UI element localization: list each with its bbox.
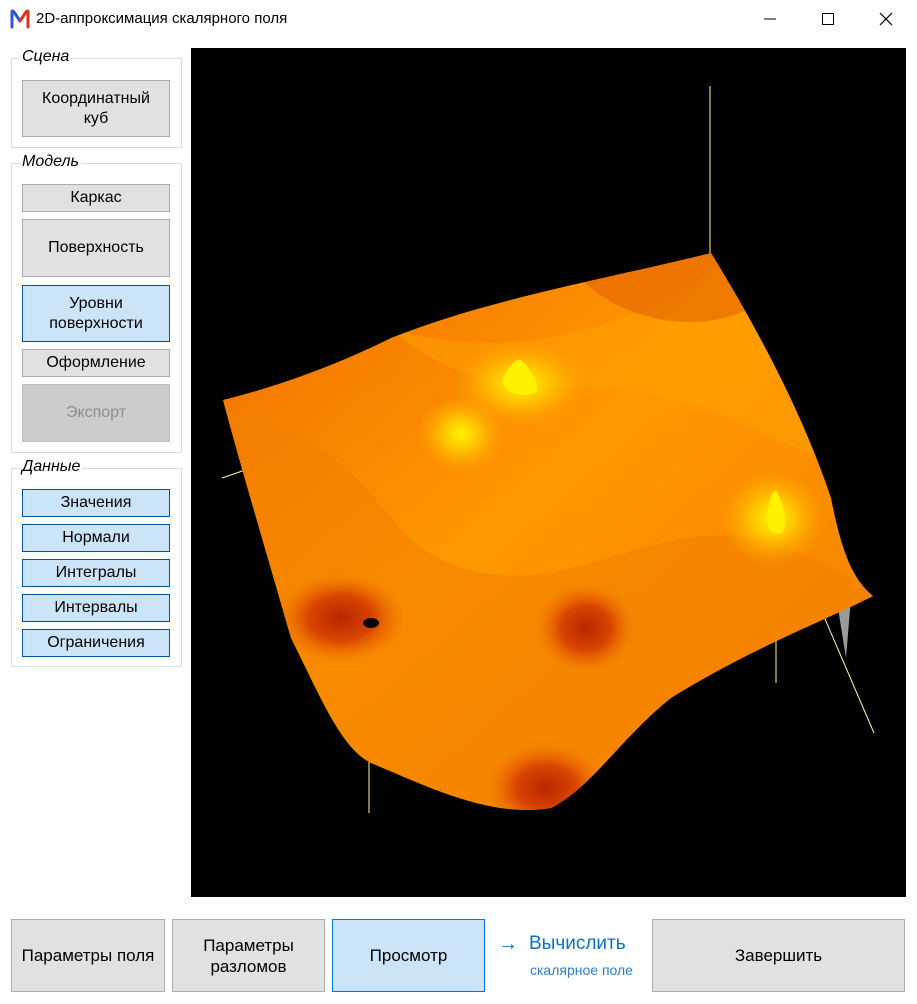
model-group-label: Модель [20, 153, 81, 171]
surface-levels-button[interactable]: Уровни поверхности [22, 285, 170, 342]
intervals-button[interactable]: Интервалы [22, 594, 170, 622]
scene-group: Сцена Координатный куб [11, 48, 182, 148]
styling-button[interactable]: Оформление [22, 349, 170, 377]
surface-button[interactable]: Поверхность [22, 219, 170, 277]
close-icon [879, 12, 893, 26]
finish-button[interactable]: Завершить [652, 919, 905, 992]
minimize-icon [764, 18, 776, 20]
maximize-button[interactable] [799, 0, 857, 38]
wireframe-button[interactable]: Каркас [22, 184, 170, 212]
compute-main-label: Вычислить [529, 933, 626, 954]
title-bar: 2D-аппроксимация скалярного поля [0, 0, 917, 38]
model-group: Модель Каркас Поверхность Уровни поверхн… [11, 153, 182, 453]
minimize-button[interactable] [741, 0, 799, 38]
integrals-button[interactable]: Интегралы [22, 559, 170, 587]
surface-render [221, 86, 875, 813]
field-params-button[interactable]: Параметры поля [11, 919, 165, 992]
fault-params-button[interactable]: Параметры разломов [172, 919, 325, 992]
surface-mesh [223, 253, 873, 810]
scene-group-label: Сцена [20, 48, 72, 66]
constraints-button[interactable]: Ограничения [22, 629, 170, 657]
maximize-icon [822, 13, 834, 25]
app-logo-icon [10, 9, 30, 29]
arrow-right-icon: → [498, 933, 518, 955]
data-group-label: Данные [20, 458, 83, 476]
values-button[interactable]: Значения [22, 489, 170, 517]
compute-sub-label: скалярное поле [530, 962, 633, 978]
window-title: 2D-аппроксимация скалярного поля [36, 10, 288, 27]
data-group: Данные Значения Нормали Интегралы Интерв… [11, 458, 182, 667]
normals-button[interactable]: Нормали [22, 524, 170, 552]
preview-button[interactable]: Просмотр [332, 919, 485, 992]
compute-link[interactable]: → Вычислить скалярное поле [498, 931, 648, 1001]
3d-viewport[interactable] [191, 48, 906, 897]
close-button[interactable] [857, 0, 915, 38]
coordinate-cube-button[interactable]: Координатный куб [22, 80, 170, 137]
export-button[interactable]: Экспорт [22, 384, 170, 442]
